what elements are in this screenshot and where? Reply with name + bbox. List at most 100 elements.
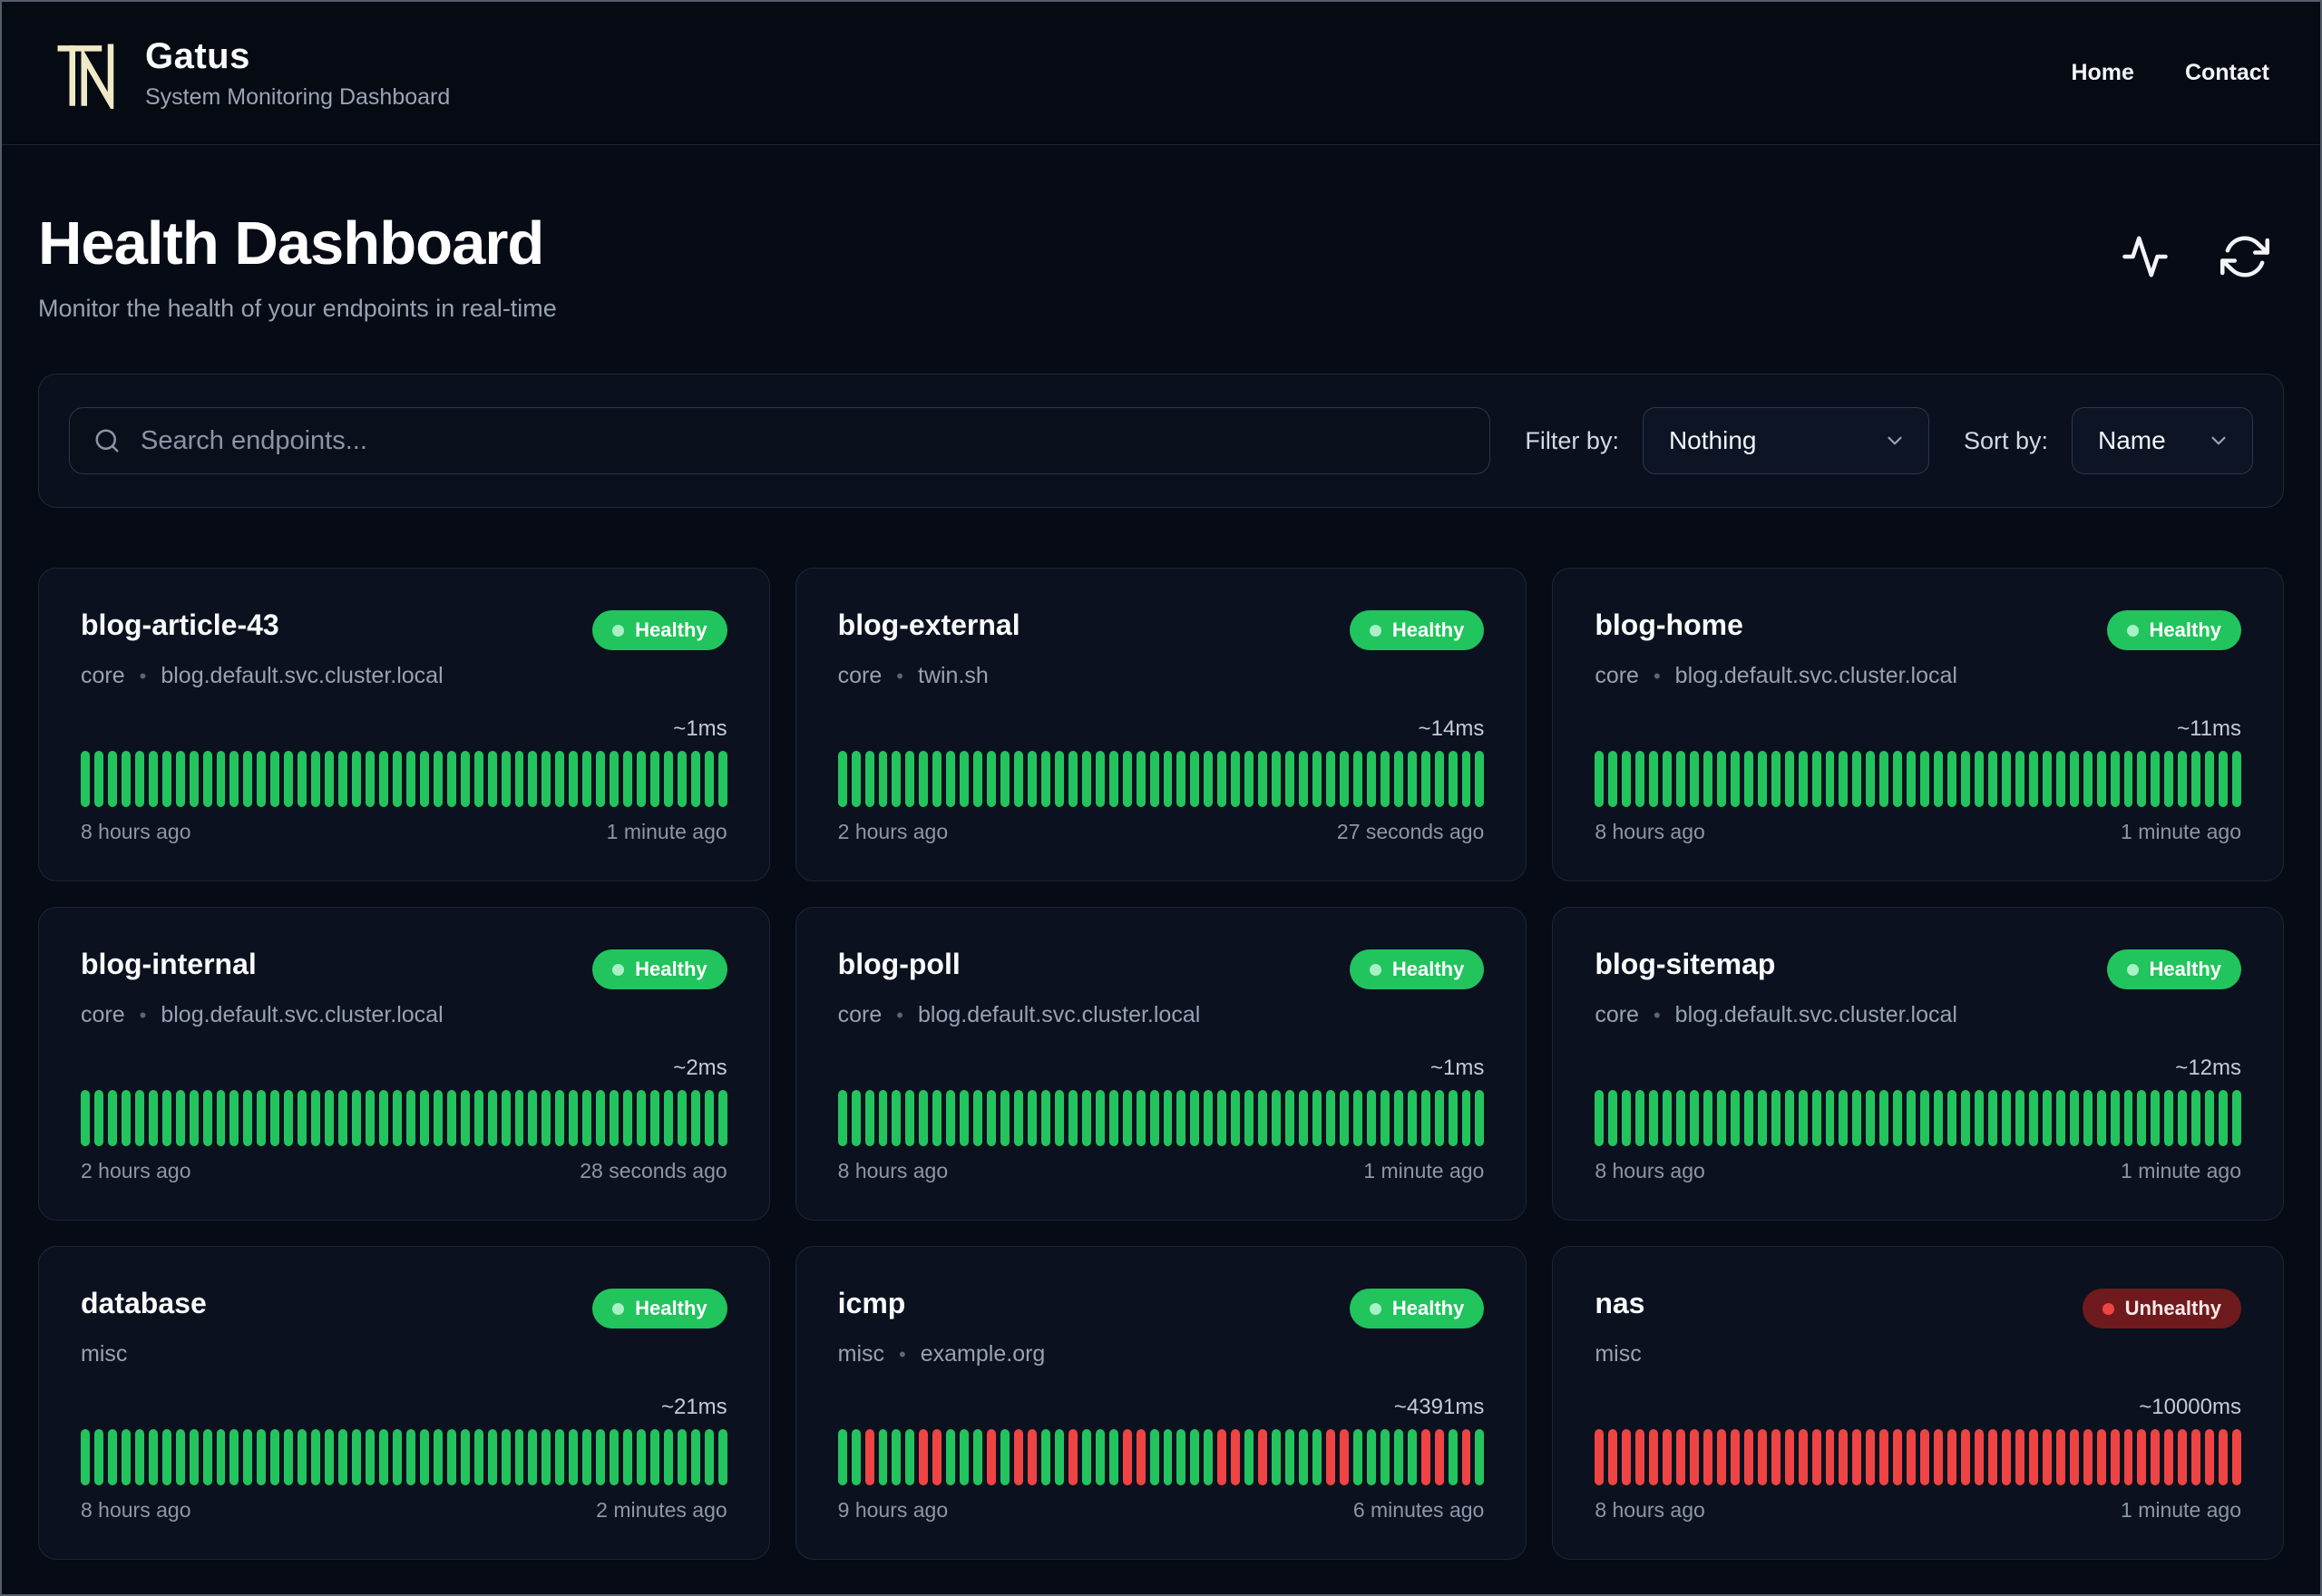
- endpoint-card[interactable]: database Healthy misc • ~21ms 8 hours ag…: [38, 1246, 770, 1560]
- uptime-bar-success: [623, 751, 633, 807]
- latency-value: ~4391ms: [1393, 1395, 1485, 1419]
- uptime-bar-success: [541, 751, 551, 807]
- uptime-bar-success: [946, 1429, 956, 1485]
- uptime-bar-success: [1649, 1090, 1659, 1146]
- uptime-bar-success: [1434, 751, 1444, 807]
- nav-link-home[interactable]: Home: [2071, 60, 2133, 86]
- uptime-bar-success: [637, 751, 647, 807]
- uptime-bar-success: [460, 1429, 470, 1485]
- uptime-bar-success: [473, 1090, 483, 1146]
- uptime-bar-success: [1448, 1090, 1458, 1146]
- refresh-button[interactable]: [2219, 230, 2271, 283]
- uptime-bar-success: [1879, 1090, 1889, 1146]
- uptime-bar-failure: [1987, 1429, 1997, 1485]
- uptime-bar-success: [1190, 751, 1200, 807]
- uptime-bar-failure: [2232, 1429, 2242, 1485]
- sort-by-label: Sort by:: [1963, 426, 2048, 454]
- uptime-bar-failure: [1635, 1429, 1645, 1485]
- endpoint-card[interactable]: blog-sitemap Healthy core • blog.default…: [1552, 907, 2284, 1221]
- uptime-bar-success: [1352, 751, 1362, 807]
- uptime-bar-failure: [2191, 1429, 2201, 1485]
- uptime-bar-success: [1163, 1090, 1173, 1146]
- uptime-bar-success: [270, 751, 280, 807]
- status-badge: Healthy: [2106, 949, 2241, 989]
- uptime-bar-success: [1649, 751, 1659, 807]
- uptime-bar-success: [2096, 751, 2106, 807]
- uptime-bar-failure: [2096, 1429, 2106, 1485]
- search-icon: [95, 429, 119, 453]
- activity-button[interactable]: [2119, 230, 2171, 283]
- uptime-bar-failure: [1014, 1429, 1023, 1485]
- uptime-bar-success: [2015, 751, 2024, 807]
- uptime-bar-success: [1947, 1090, 1957, 1146]
- uptime-bar-failure: [1893, 1429, 1903, 1485]
- uptime-bar-success: [1663, 751, 1673, 807]
- uptime-bar-failure: [2042, 1429, 2052, 1485]
- uptime-bar-success: [1622, 1090, 1632, 1146]
- card-footer: 8 hours ago 1 minute ago: [1595, 1159, 2241, 1183]
- uptime-bar-success: [1095, 751, 1105, 807]
- uptime-bar-success: [1934, 751, 1944, 807]
- endpoint-host: blog.default.svc.cluster.local: [1674, 663, 1957, 688]
- uptime-bar-failure: [1757, 1429, 1767, 1485]
- uptime-bar-success: [405, 751, 415, 807]
- card-footer: 8 hours ago 1 minute ago: [81, 820, 727, 844]
- status-badge: Healthy: [2106, 610, 2241, 650]
- endpoint-card[interactable]: nas Unhealthy misc • ~10000ms 8 hours ag…: [1552, 1246, 2284, 1560]
- uptime-bar-success: [1299, 751, 1309, 807]
- uptime-bar-success: [257, 1090, 267, 1146]
- uptime-bar-success: [596, 1090, 606, 1146]
- uptime-bar-failure: [2151, 1429, 2161, 1485]
- uptime-bar-success: [1285, 751, 1295, 807]
- endpoint-host: blog.default.svc.cluster.local: [161, 1002, 444, 1027]
- uptime-bar-success: [405, 1429, 415, 1485]
- card-header: blog-poll Healthy: [838, 948, 1485, 989]
- uptime-bar-success: [1811, 751, 1821, 807]
- uptime-bar-success: [2123, 1090, 2133, 1146]
- uptime-bar-failure: [1434, 1429, 1444, 1485]
- sort-select-value: Name: [2098, 426, 2166, 454]
- endpoint-group: core: [1595, 663, 1639, 688]
- uptime-bar-success: [1122, 751, 1132, 807]
- uptime-bar-success: [107, 1429, 117, 1485]
- uptime-bar-success: [555, 1090, 565, 1146]
- endpoint-card[interactable]: blog-article-43 Healthy core • blog.defa…: [38, 568, 770, 881]
- endpoint-card[interactable]: blog-external Healthy core • twin.sh ~14…: [795, 568, 1527, 881]
- uptime-bar-success: [582, 751, 592, 807]
- uptime-bar-success: [1825, 751, 1835, 807]
- uptime-bar-success: [2028, 1090, 2038, 1146]
- uptime-bar-success: [229, 751, 239, 807]
- gatus-logo-icon[interactable]: [53, 36, 122, 111]
- status-dot-icon: [612, 963, 625, 976]
- uptime-bar-success: [919, 751, 929, 807]
- uptime-bar-success: [851, 751, 861, 807]
- card-header: database Healthy: [81, 1287, 727, 1328]
- uptime-bar-success: [1702, 1090, 1712, 1146]
- endpoint-card[interactable]: blog-home Healthy core • blog.default.sv…: [1552, 568, 2284, 881]
- uptime-bar-success: [1068, 751, 1078, 807]
- uptime-bar-success: [1907, 751, 1917, 807]
- uptime-bar-success: [284, 1429, 294, 1485]
- search-input[interactable]: [70, 408, 1490, 473]
- filter-select[interactable]: Nothing: [1642, 407, 1929, 474]
- sort-select[interactable]: Name: [2072, 407, 2253, 474]
- uptime-bar-success: [284, 1090, 294, 1146]
- endpoint-card[interactable]: icmp Healthy misc • example.org ~4391ms …: [795, 1246, 1527, 1560]
- uptime-bar-success: [1176, 751, 1186, 807]
- uptime-bar-success: [1299, 1090, 1309, 1146]
- endpoint-card[interactable]: blog-poll Healthy core • blog.default.sv…: [795, 907, 1527, 1221]
- uptime-bar-success: [419, 1429, 429, 1485]
- nav-link-contact[interactable]: Contact: [2185, 60, 2269, 86]
- uptime-bar-success: [338, 751, 348, 807]
- uptime-bar-success: [325, 1429, 335, 1485]
- uptime-bar-failure: [1879, 1429, 1889, 1485]
- uptime-bar-success: [2164, 751, 2174, 807]
- uptime-bar-success: [1231, 751, 1241, 807]
- uptime-bar-failure: [2123, 1429, 2133, 1485]
- uptime-bars: [81, 1090, 727, 1146]
- status-label: Healthy: [1391, 618, 1465, 641]
- uptime-bar-success: [93, 751, 103, 807]
- uptime-bar-success: [1312, 751, 1322, 807]
- filter-select-value: Nothing: [1668, 426, 1757, 454]
- endpoint-card[interactable]: blog-internal Healthy core • blog.defaul…: [38, 907, 770, 1221]
